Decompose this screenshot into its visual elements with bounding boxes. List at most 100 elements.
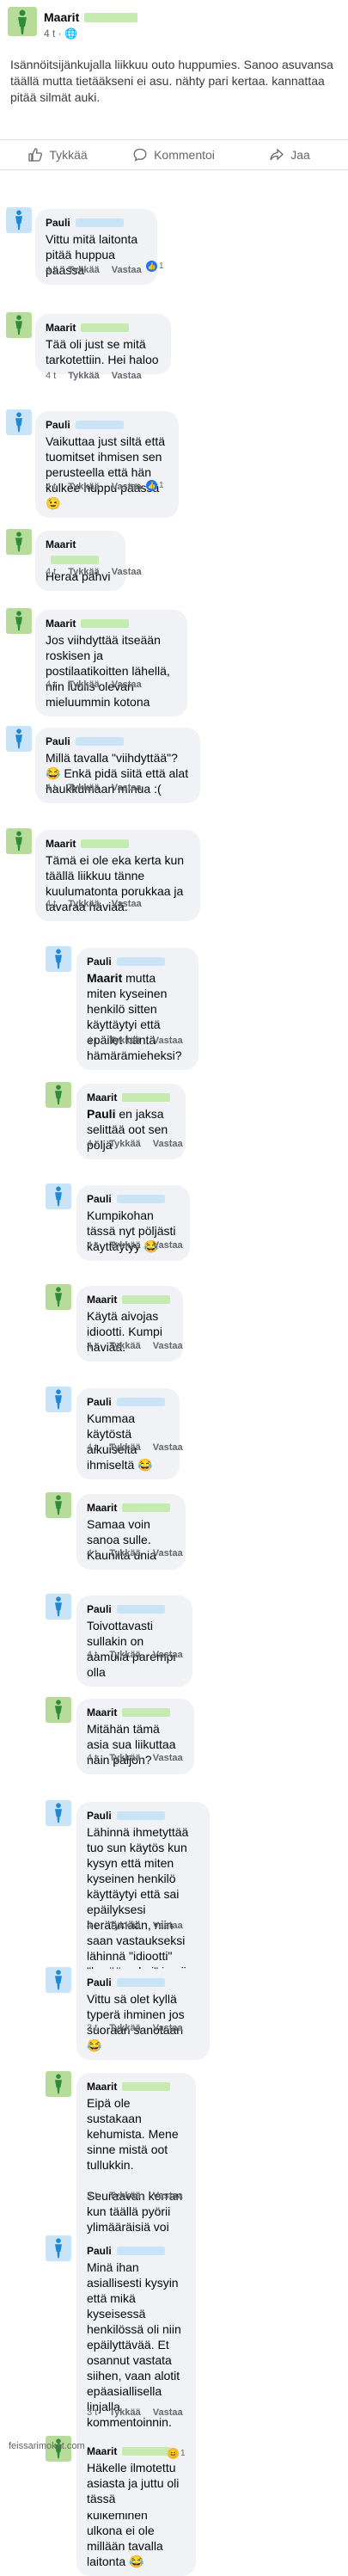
comment-reply-link[interactable]: Vastaa (112, 899, 142, 909)
comment-author-name[interactable]: Maarit (46, 322, 76, 334)
comment-like-link[interactable]: Tykkää (109, 2191, 141, 2201)
comment-like-link[interactable]: Tykkää (109, 1139, 141, 1149)
comment-author-name[interactable]: Maarit (87, 1294, 117, 1306)
comment-like-link[interactable]: Tykkää (68, 482, 100, 492)
comment-reply-link[interactable]: Vastaa (153, 2023, 183, 2033)
comment-reply-link[interactable]: Vastaa (153, 1921, 183, 1931)
comment-avatar[interactable] (46, 1492, 71, 1518)
comment-author[interactable]: Maarit (87, 1705, 184, 1720)
post-author-avatar[interactable] (8, 7, 37, 36)
comment-reply-link[interactable]: Vastaa (153, 1548, 183, 1559)
comment-avatar[interactable] (46, 1697, 71, 1723)
comment-avatar[interactable] (6, 828, 32, 854)
comment-author[interactable]: Pauli (46, 215, 147, 231)
comment-author[interactable]: Maarit (87, 1292, 173, 1307)
comment-author-name[interactable]: Maarit (87, 1091, 117, 1104)
comment-reactions[interactable]: 👍 1 (146, 480, 164, 491)
comment-author[interactable]: Maarit (46, 836, 190, 851)
comment-like-link[interactable]: Tykkää (109, 2407, 141, 2418)
comment-author[interactable]: Maarit (46, 320, 161, 335)
comment-author-name[interactable]: Maarit (87, 1706, 117, 1718)
comment-author[interactable]: Pauli (87, 1975, 199, 1990)
comment-author[interactable]: Maarit (87, 1500, 175, 1515)
comment-author-name[interactable]: Pauli (46, 735, 70, 747)
comment-author[interactable]: Maarit (87, 1090, 175, 1105)
comment-reply-link[interactable]: Vastaa (153, 1753, 183, 1763)
comment-like-link[interactable]: Tykkää (109, 1548, 141, 1559)
comment-author-name[interactable]: Maarit (46, 838, 76, 850)
comment-author-name[interactable]: Pauli (87, 956, 112, 968)
comment-reply-link[interactable]: Vastaa (153, 1442, 183, 1453)
comment-like-link[interactable]: Tykkää (68, 679, 100, 690)
comment-author-name[interactable]: Pauli (87, 2245, 112, 2257)
comment-author-name[interactable]: Pauli (87, 1396, 112, 1408)
comment-like-link[interactable]: Tykkää (109, 1442, 141, 1453)
comment-reply-link[interactable]: Vastaa (112, 265, 142, 275)
comment-reply-link[interactable]: Vastaa (112, 679, 142, 690)
comment-author-name[interactable]: Maarit (46, 618, 76, 630)
comment-avatar[interactable] (6, 312, 32, 338)
mention-link[interactable]: Maarit (87, 971, 122, 985)
comment-like-link[interactable]: Tykkää (68, 265, 100, 275)
comment-like-link[interactable]: Tykkää (109, 2023, 141, 2033)
comment-avatar[interactable] (46, 2235, 71, 2261)
comment-avatar[interactable] (46, 1967, 71, 1993)
comment-reply-link[interactable]: Vastaa (112, 783, 142, 793)
comment-author-name[interactable]: Pauli (87, 1193, 112, 1205)
comment-avatar[interactable] (46, 1183, 71, 1209)
share-button[interactable]: Jaa (232, 140, 348, 169)
comment-reactions[interactable]: 👍 1 (146, 261, 164, 272)
comment-author[interactable]: Pauli (87, 1394, 169, 1410)
comment-avatar[interactable] (46, 1082, 71, 1108)
comment-avatar[interactable] (6, 529, 32, 555)
comment-avatar[interactable] (46, 1284, 71, 1310)
comment-avatar[interactable] (6, 207, 32, 233)
comment-author-name[interactable]: Maarit (87, 1502, 117, 1514)
comment-reply-link[interactable]: Vastaa (153, 1341, 183, 1351)
comment-reply-link[interactable]: Vastaa (112, 371, 142, 381)
comment-reactions[interactable]: 😆 1 (168, 2448, 186, 2459)
like-button[interactable]: Tykkää (0, 140, 116, 169)
comment-button[interactable]: Kommentoi (116, 140, 232, 169)
comment-author[interactable]: Pauli (87, 954, 188, 969)
comment-author-name[interactable]: Pauli (87, 1603, 112, 1615)
comment-author[interactable]: Maarit (87, 2079, 186, 2094)
comment-author[interactable]: Pauli (87, 1191, 180, 1207)
comment-avatar[interactable] (6, 608, 32, 634)
comment-author[interactable]: Pauli (87, 2243, 186, 2259)
comment-like-link[interactable]: Tykkää (109, 1753, 141, 1763)
comment-author[interactable]: Pauli (46, 734, 190, 749)
comment-reply-link[interactable]: Vastaa (153, 1650, 183, 1660)
post-author-name[interactable]: Maarit (44, 10, 79, 24)
comment-like-link[interactable]: Tykkää (68, 371, 100, 381)
comment-reply-link[interactable]: Vastaa (112, 482, 142, 492)
comment-like-link[interactable]: Tykkää (109, 1650, 141, 1660)
comment-reply-link[interactable]: Vastaa (153, 2407, 183, 2418)
comment-reply-link[interactable]: Vastaa (153, 1036, 183, 1046)
comment-reply-link[interactable]: Vastaa (112, 567, 142, 577)
comment-author-name[interactable]: Maarit (46, 538, 76, 550)
comment-avatar[interactable] (46, 1386, 71, 1412)
comment-avatar[interactable] (6, 409, 32, 435)
comment-author-name[interactable]: Maarit (87, 2445, 117, 2457)
comment-avatar[interactable] (46, 1594, 71, 1620)
comment-author-name[interactable]: Pauli (46, 217, 70, 229)
comment-like-link[interactable]: Tykkää (109, 1240, 141, 1251)
comment-like-link[interactable]: Tykkää (68, 899, 100, 909)
comment-author-name[interactable]: Maarit (87, 2081, 117, 2093)
comment-avatar[interactable] (46, 1800, 71, 1826)
comment-reply-link[interactable]: Vastaa (153, 2191, 183, 2201)
comment-like-link[interactable]: Tykkää (68, 783, 100, 793)
comment-author-name[interactable]: Pauli (46, 419, 70, 431)
comment-avatar[interactable] (6, 726, 32, 752)
comment-author[interactable]: Maarit (46, 616, 177, 631)
comment-like-link[interactable]: Tykkää (109, 1341, 141, 1351)
comment-author[interactable]: Pauli (87, 1808, 199, 1823)
comment-author[interactable]: Pauli (87, 1602, 182, 1617)
comment-reply-link[interactable]: Vastaa (153, 1240, 183, 1251)
comment-author[interactable]: Pauli (46, 417, 168, 433)
comment-like-link[interactable]: Tykkää (68, 567, 100, 577)
mention-link[interactable]: Pauli (87, 1107, 115, 1121)
comment-like-link[interactable]: Tykkää (109, 1036, 141, 1046)
post-author[interactable]: Maarit (44, 10, 138, 26)
